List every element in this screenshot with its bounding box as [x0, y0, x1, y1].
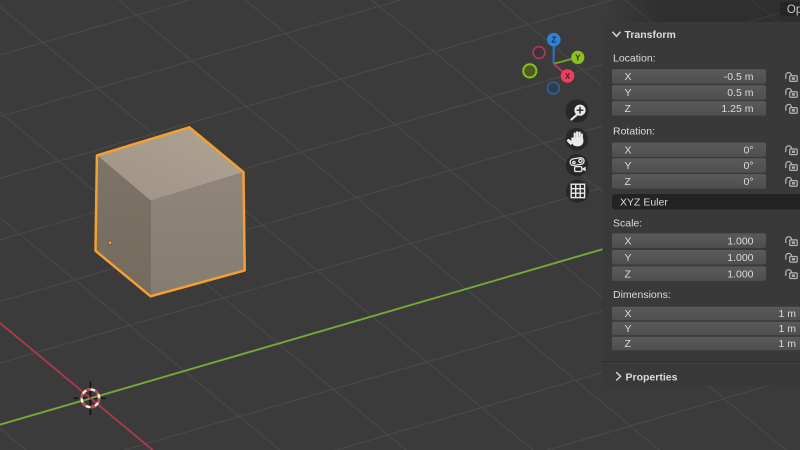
svg-text:1.25 m: 1.25 m	[721, 103, 753, 115]
svg-text:Rotation:: Rotation:	[613, 125, 655, 137]
svg-text:1 m: 1 m	[778, 323, 796, 335]
svg-text:Z: Z	[551, 36, 556, 45]
svg-text:Location:: Location:	[613, 53, 656, 65]
svg-text:Opt: Opt	[787, 4, 800, 16]
svg-text:X: X	[625, 144, 632, 156]
svg-text:1 m: 1 m	[778, 338, 796, 350]
svg-text:Dimensions:: Dimensions:	[613, 289, 671, 301]
svg-text:1.000: 1.000	[727, 268, 753, 280]
svg-text:X: X	[565, 72, 571, 81]
svg-text:XYZ Euler: XYZ Euler	[620, 197, 668, 209]
svg-text:X: X	[625, 71, 632, 83]
svg-text:1.000: 1.000	[727, 252, 753, 264]
svg-text:0°: 0°	[743, 160, 753, 172]
svg-text:Transform: Transform	[625, 29, 676, 41]
svg-text:-0.5 m: -0.5 m	[724, 71, 754, 83]
svg-text:X: X	[625, 308, 632, 320]
svg-text:Z: Z	[625, 268, 632, 280]
svg-text:0.5 m: 0.5 m	[727, 87, 754, 99]
svg-text:Z: Z	[625, 338, 632, 350]
svg-text:Z: Z	[625, 176, 632, 188]
svg-text:1 m: 1 m	[778, 308, 796, 320]
svg-text:Y: Y	[625, 252, 632, 264]
svg-text:1.000: 1.000	[727, 235, 753, 247]
svg-text:Y: Y	[625, 160, 632, 172]
svg-text:Z: Z	[625, 103, 632, 115]
svg-text:Scale:: Scale:	[613, 218, 642, 230]
svg-text:Y: Y	[625, 87, 632, 99]
svg-text:X: X	[625, 235, 632, 247]
svg-text:0°: 0°	[743, 176, 753, 188]
svg-text:Y: Y	[625, 323, 632, 335]
svg-text:Properties: Properties	[626, 371, 678, 383]
svg-text:Y: Y	[575, 53, 581, 62]
svg-text:0°: 0°	[743, 144, 753, 156]
